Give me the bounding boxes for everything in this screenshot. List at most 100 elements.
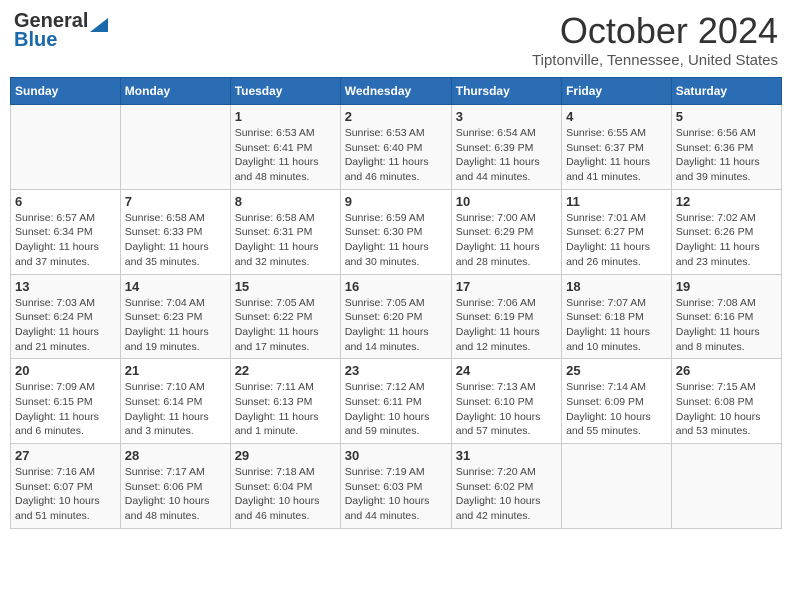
header-cell-monday: Monday [120, 78, 230, 105]
page-header: General Blue October 2024 Tiptonville, T… [10, 10, 782, 69]
day-cell: 7Sunrise: 6:58 AMSunset: 6:33 PMDaylight… [120, 189, 230, 274]
day-number: 23 [345, 363, 447, 378]
day-info: Sunrise: 6:55 AMSunset: 6:37 PMDaylight:… [566, 126, 667, 185]
day-cell: 12 Sunrise: 7:02 AMSunset: 6:26 PMDayligh… [671, 189, 781, 274]
day-info: Sunrise: 7:07 AMSunset: 6:18 PMDaylight:… [566, 296, 667, 355]
day-number: 30 [345, 448, 447, 463]
day-number: 8 [235, 194, 336, 209]
day-cell: 13Sunrise: 7:03 AMSunset: 6:24 PMDayligh… [11, 274, 121, 359]
day-info: Sunrise: 7:18 AMSunset: 6:04 PMDaylight:… [235, 465, 336, 524]
logo-icon [90, 14, 108, 32]
header-cell-sunday: Sunday [11, 78, 121, 105]
day-cell: 15 Sunrise: 7:05 AMSunset: 6:22 PMDayligh… [230, 274, 340, 359]
day-cell [11, 105, 121, 190]
day-number: 20 [15, 363, 116, 378]
day-cell: 14 Sunrise: 7:04 AMSunset: 6:23 PMDayligh… [120, 274, 230, 359]
day-cell: 18Sunrise: 7:07 AMSunset: 6:18 PMDayligh… [562, 274, 672, 359]
day-cell: 22 Sunrise: 7:11 AMSunset: 6:13 PMDayligh… [230, 359, 340, 444]
week-row-3: 13Sunrise: 7:03 AMSunset: 6:24 PMDayligh… [11, 274, 782, 359]
day-info: Sunrise: 7:19 AMSunset: 6:03 PMDaylight:… [345, 465, 447, 524]
day-cell: 19 Sunrise: 7:08 AMSunset: 6:16 PMDayligh… [671, 274, 781, 359]
day-cell: 24Sunrise: 7:13 AMSunset: 6:10 PMDayligh… [451, 359, 561, 444]
header-cell-saturday: Saturday [671, 78, 781, 105]
day-cell: 26Sunrise: 7:15 AMSunset: 6:08 PMDayligh… [671, 359, 781, 444]
day-info: Sunrise: 7:01 AMSunset: 6:27 PMDaylight:… [566, 211, 667, 270]
day-number: 19 [676, 279, 777, 294]
day-info: Sunrise: 7:14 AMSunset: 6:09 PMDaylight:… [566, 380, 667, 439]
header-cell-thursday: Thursday [451, 78, 561, 105]
header-cell-wednesday: Wednesday [340, 78, 451, 105]
day-number: 22 [235, 363, 336, 378]
day-number: 6 [15, 194, 116, 209]
title-block: October 2024 Tiptonville, Tennessee, Uni… [532, 10, 778, 69]
day-number: 25 [566, 363, 667, 378]
day-info: Sunrise: 7:05 AMSunset: 6:22 PMDaylight:… [235, 296, 336, 355]
day-info: Sunrise: 6:56 AMSunset: 6:36 PMDaylight:… [676, 126, 777, 185]
calendar-header-row: SundayMondayTuesdayWednesdayThursdayFrid… [11, 78, 782, 105]
day-info: Sunrise: 7:16 AMSunset: 6:07 PMDaylight:… [15, 465, 116, 524]
day-cell: 6 Sunrise: 6:57 AMSunset: 6:34 PMDaylight… [11, 189, 121, 274]
day-info: Sunrise: 6:58 AMSunset: 6:31 PMDaylight:… [235, 211, 336, 270]
header-cell-tuesday: Tuesday [230, 78, 340, 105]
day-info: Sunrise: 7:00 AMSunset: 6:29 PMDaylight:… [456, 211, 557, 270]
day-cell: 4Sunrise: 6:55 AMSunset: 6:37 PMDaylight… [562, 105, 672, 190]
day-number: 5 [676, 109, 777, 124]
day-cell: 5 Sunrise: 6:56 AMSunset: 6:36 PMDaylight… [671, 105, 781, 190]
day-info: Sunrise: 7:05 AMSunset: 6:20 PMDaylight:… [345, 296, 447, 355]
day-number: 3 [456, 109, 557, 124]
location: Tiptonville, Tennessee, United States [532, 52, 778, 69]
week-row-4: 20 Sunrise: 7:09 AMSunset: 6:15 PMDayligh… [11, 359, 782, 444]
day-info: Sunrise: 6:54 AMSunset: 6:39 PMDaylight:… [456, 126, 557, 185]
day-info: Sunrise: 7:10 AMSunset: 6:14 PMDaylight:… [125, 380, 226, 439]
day-number: 9 [345, 194, 447, 209]
day-number: 11 [566, 194, 667, 209]
day-cell: 1Sunrise: 6:53 AMSunset: 6:41 PMDaylight… [230, 105, 340, 190]
day-cell: 21 Sunrise: 7:10 AMSunset: 6:14 PMDayligh… [120, 359, 230, 444]
day-cell: 17Sunrise: 7:06 AMSunset: 6:19 PMDayligh… [451, 274, 561, 359]
week-row-1: 1Sunrise: 6:53 AMSunset: 6:41 PMDaylight… [11, 105, 782, 190]
week-row-2: 6 Sunrise: 6:57 AMSunset: 6:34 PMDaylight… [11, 189, 782, 274]
day-number: 16 [345, 279, 447, 294]
calendar-body: 1Sunrise: 6:53 AMSunset: 6:41 PMDaylight… [11, 105, 782, 529]
day-info: Sunrise: 6:57 AMSunset: 6:34 PMDaylight:… [15, 211, 116, 270]
day-number: 31 [456, 448, 557, 463]
day-info: Sunrise: 7:08 AMSunset: 6:16 PMDaylight:… [676, 296, 777, 355]
day-cell: 25 Sunrise: 7:14 AMSunset: 6:09 PMDayligh… [562, 359, 672, 444]
day-cell: 27 Sunrise: 7:16 AMSunset: 6:07 PMDayligh… [11, 444, 121, 529]
day-number: 29 [235, 448, 336, 463]
header-cell-friday: Friday [562, 78, 672, 105]
day-info: Sunrise: 7:09 AMSunset: 6:15 PMDaylight:… [15, 380, 116, 439]
month-title: October 2024 [532, 10, 778, 52]
day-cell: 2Sunrise: 6:53 AMSunset: 6:40 PMDaylight… [340, 105, 451, 190]
day-cell: 23 Sunrise: 7:12 AMSunset: 6:11 PMDayligh… [340, 359, 451, 444]
day-info: Sunrise: 6:53 AMSunset: 6:40 PMDaylight:… [345, 126, 447, 185]
day-cell: 28 Sunrise: 7:17 AMSunset: 6:06 PMDayligh… [120, 444, 230, 529]
day-number: 14 [125, 279, 226, 294]
day-info: Sunrise: 6:58 AMSunset: 6:33 PMDaylight:… [125, 211, 226, 270]
day-cell: 31Sunrise: 7:20 AMSunset: 6:02 PMDayligh… [451, 444, 561, 529]
day-number: 24 [456, 363, 557, 378]
day-info: Sunrise: 7:04 AMSunset: 6:23 PMDaylight:… [125, 296, 226, 355]
day-number: 28 [125, 448, 226, 463]
day-info: Sunrise: 7:17 AMSunset: 6:06 PMDaylight:… [125, 465, 226, 524]
day-number: 15 [235, 279, 336, 294]
day-number: 17 [456, 279, 557, 294]
day-cell: 29 Sunrise: 7:18 AMSunset: 6:04 PMDayligh… [230, 444, 340, 529]
calendar-table: SundayMondayTuesdayWednesdayThursdayFrid… [10, 77, 782, 529]
day-info: Sunrise: 7:12 AMSunset: 6:11 PMDaylight:… [345, 380, 447, 439]
day-info: Sunrise: 7:02 AMSunset: 6:26 PMDaylight:… [676, 211, 777, 270]
day-number: 21 [125, 363, 226, 378]
day-cell: 8 Sunrise: 6:58 AMSunset: 6:31 PMDaylight… [230, 189, 340, 274]
day-number: 1 [235, 109, 336, 124]
day-cell [562, 444, 672, 529]
week-row-5: 27 Sunrise: 7:16 AMSunset: 6:07 PMDayligh… [11, 444, 782, 529]
logo: General Blue [14, 10, 108, 52]
logo-blue: Blue [14, 29, 57, 52]
day-info: Sunrise: 7:11 AMSunset: 6:13 PMDaylight:… [235, 380, 336, 439]
day-cell: 30 Sunrise: 7:19 AMSunset: 6:03 PMDayligh… [340, 444, 451, 529]
day-cell: 10Sunrise: 7:00 AMSunset: 6:29 PMDayligh… [451, 189, 561, 274]
day-number: 13 [15, 279, 116, 294]
day-number: 12 [676, 194, 777, 209]
day-number: 27 [15, 448, 116, 463]
day-cell [671, 444, 781, 529]
